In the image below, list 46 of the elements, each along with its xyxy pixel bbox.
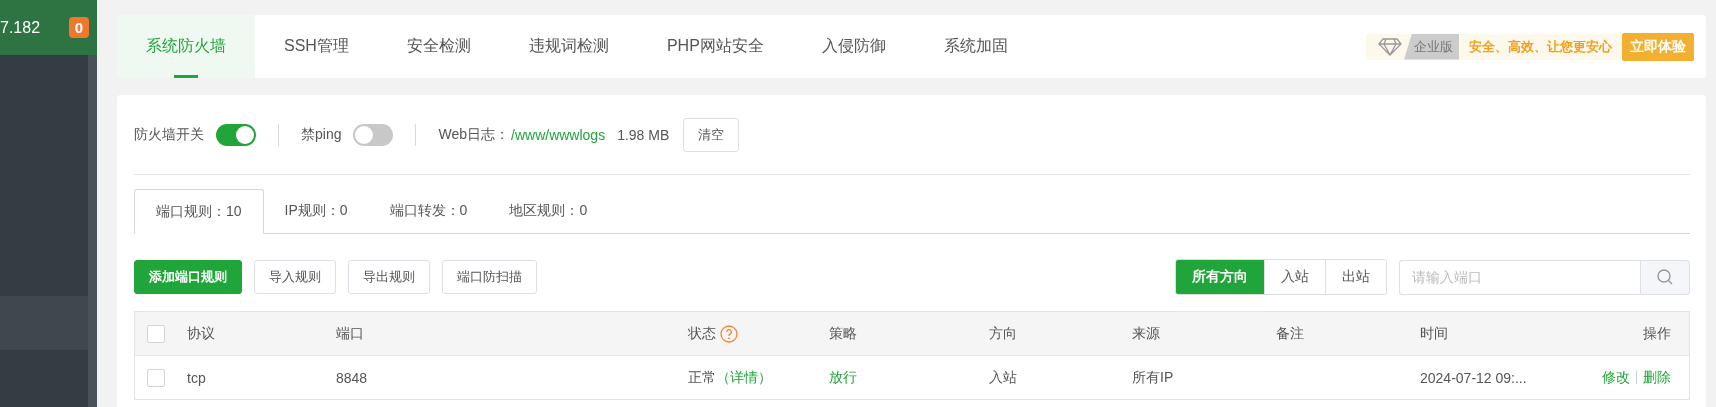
column-header: 状态 [688,324,716,343]
direction-button[interactable]: 出站 [1325,260,1386,294]
tab[interactable]: 系统加固 [914,15,1037,78]
column-header: 来源 [1132,324,1160,341]
action-button[interactable]: 端口防扫描 [442,260,537,294]
table-cell: tcp [187,369,206,386]
tab[interactable]: 违规词检测 [499,15,638,78]
firewall-toggle[interactable] [216,123,256,146]
select-all-checkbox[interactable] [147,324,165,343]
server-ip: 7.182 [0,18,41,37]
column-header: 操作 [1643,324,1671,341]
column-header: 备注 [1276,324,1304,341]
tab[interactable]: 入侵防御 [792,15,915,78]
column-header: 协议 [187,324,215,341]
table-cell: 所有IP [1132,368,1174,385]
column-header: 端口 [336,324,364,341]
row-checkbox[interactable] [147,368,165,387]
clear-button[interactable]: 清空 [683,117,740,152]
help-icon[interactable] [720,324,738,343]
table-cell: 2024-07-12 09:... [1420,369,1527,386]
table-cell: 入站 [989,368,1017,385]
rule-tab[interactable]: 端口规则：10 [134,189,264,234]
table-cell: 正常 [688,368,716,387]
ping-toggle[interactable] [353,123,394,146]
rule-tab[interactable]: 端口转发：0 [368,189,489,233]
log-size: 1.98 MB [617,126,670,143]
rule-tab[interactable]: 地区规则：0 [488,189,609,233]
column-header: 时间 [1420,324,1448,341]
table-cell: 放行 [829,368,857,385]
column-header: 方向 [989,324,1017,341]
tab[interactable]: 安全检测 [377,15,500,78]
table-cell: 8848 [336,369,368,386]
action-button[interactable]: 导入规则 [254,260,336,294]
switch-label: 防火墙开关 [134,125,204,144]
log-label: Web日志： [438,125,509,144]
edition-label: 企业版 [1404,33,1459,60]
tab[interactable]: PHP网站安全 [637,15,793,78]
tab[interactable]: SSH管理 [255,15,378,78]
column-header: 策略 [829,324,857,341]
search-icon[interactable] [1656,268,1674,286]
rule-tab[interactable]: IP规则：0 [263,189,369,233]
promo-slogan: 安全、高效、让您更安心 [1468,37,1613,56]
scrollbar[interactable] [88,55,97,407]
action-button[interactable]: 导出规则 [348,260,430,294]
diamond-icon [1378,37,1402,56]
switch-label: 禁ping [301,125,342,144]
